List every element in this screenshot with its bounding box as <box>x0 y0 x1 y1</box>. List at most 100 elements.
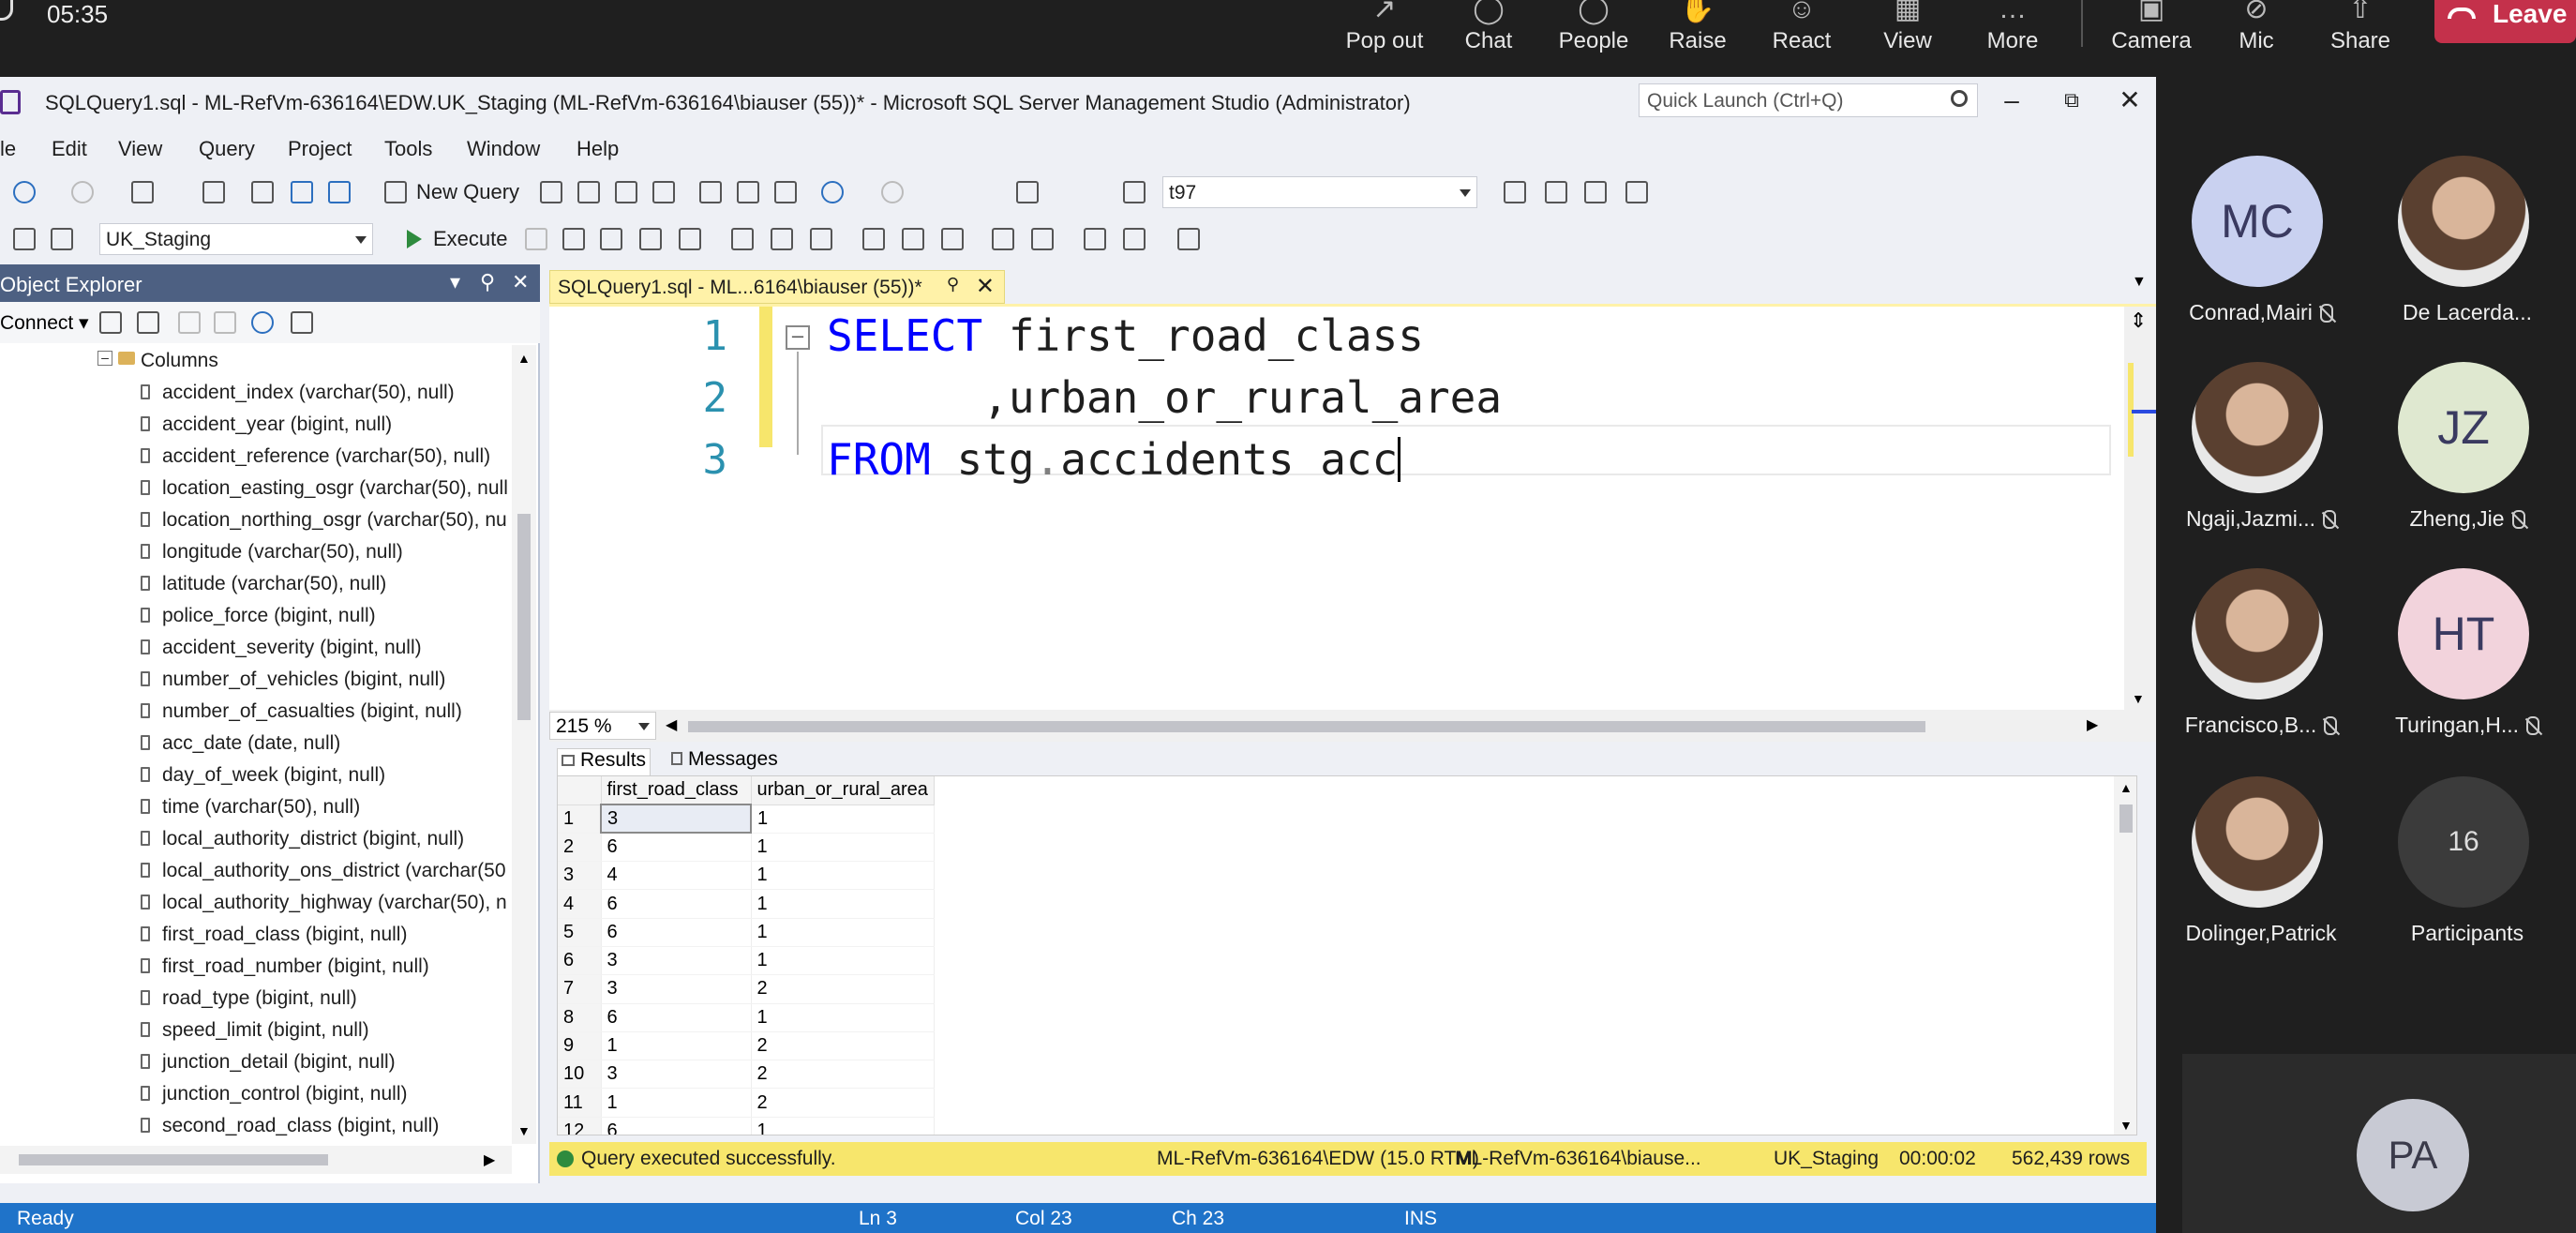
tree-node-column[interactable]: number_of_vehicles (bigint, null) <box>0 664 506 696</box>
participant-tile[interactable]: JZ Zheng,Jie <box>2364 362 2570 559</box>
execute-button[interactable]: Execute <box>433 227 508 251</box>
row-number[interactable]: 5 <box>558 918 602 947</box>
row-number[interactable]: 2 <box>558 833 602 863</box>
close-tab-icon[interactable]: ✕ <box>976 273 995 300</box>
tree-node-column[interactable]: accident_index (varchar(50), null) <box>0 377 506 409</box>
split-handle-icon[interactable]: ⇕ <box>2130 308 2147 333</box>
tree-node-column[interactable]: speed_limit (bigint, null) <box>0 1015 506 1046</box>
table-row[interactable]: 341 <box>558 861 935 891</box>
camera-button[interactable]: ▣ Camera <box>2100 0 2203 77</box>
participant-tile[interactable]: Ngaji,Jazmi... <box>2158 362 2364 559</box>
live-stats-icon[interactable] <box>771 228 793 250</box>
undo-icon[interactable] <box>821 181 844 203</box>
table-cell[interactable]: 3 <box>600 803 752 835</box>
document-tab-sqlquery1[interactable]: SQLQuery1.sql - ML...6164\biauser (55))*… <box>549 270 1005 304</box>
cancel-query-icon[interactable] <box>525 228 547 250</box>
table-cell[interactable]: 1 <box>751 889 935 919</box>
table-cell[interactable]: 1 <box>751 861 935 891</box>
table-cell[interactable]: 3 <box>601 1060 752 1090</box>
tree-node-column[interactable]: junction_detail (bigint, null) <box>0 1046 506 1078</box>
table-row[interactable]: 732 <box>558 974 935 1004</box>
tree-node-column[interactable]: accident_severity (bigint, null) <box>0 632 506 664</box>
table-row[interactable]: 10 3 2 <box>558 1060 935 1090</box>
window-layout-icon[interactable] <box>1625 181 1648 203</box>
restore-button[interactable]: ⧉ <box>2053 84 2090 116</box>
activity-monitor-icon[interactable] <box>291 311 313 334</box>
pop-out-button[interactable]: ↗ Pop out <box>1333 0 1436 77</box>
scrollbar-thumb[interactable] <box>19 1154 328 1165</box>
row-number[interactable]: 6 <box>558 946 602 976</box>
table-cell[interactable]: 1 <box>751 946 935 976</box>
table-cell[interactable]: 6 <box>601 833 752 863</box>
scroll-up-icon[interactable]: ▲ <box>2119 780 2133 795</box>
results-grid[interactable]: first_road_class urban_or_rural_area 131… <box>557 775 2137 1135</box>
new-query-icon[interactable] <box>384 181 407 203</box>
leave-button[interactable]: Leave <box>2434 0 2576 43</box>
results-text-icon[interactable] <box>862 228 885 250</box>
menu-edit[interactable]: Edit <box>52 137 87 161</box>
copy-icon[interactable] <box>737 181 759 203</box>
results-to-icon[interactable] <box>679 228 701 250</box>
connect-icon[interactable] <box>13 228 36 250</box>
filter-icon[interactable] <box>214 311 236 334</box>
tree-node-column[interactable]: first_road_number (bigint, null) <box>0 951 506 983</box>
menu-window[interactable]: Window <box>467 137 540 161</box>
row-number[interactable]: 4 <box>558 889 602 919</box>
row-number[interactable]: 1 <box>558 804 602 834</box>
properties-wrench-icon[interactable] <box>1545 181 1567 203</box>
back-icon[interactable] <box>13 181 36 203</box>
dmx-query-icon[interactable] <box>577 181 600 203</box>
table-cell[interactable]: 2 <box>751 1088 935 1118</box>
solution-config-icon[interactable] <box>1016 181 1039 203</box>
row-number[interactable]: 3 <box>558 861 602 891</box>
row-header-corner[interactable] <box>558 776 602 805</box>
tree-node-column[interactable]: number_of_casualties (bigint, null) <box>0 696 506 728</box>
comment-icon[interactable] <box>992 228 1014 250</box>
cut-icon[interactable] <box>699 181 722 203</box>
mdx-query-icon[interactable] <box>540 181 562 203</box>
toolbox-icon[interactable] <box>1584 181 1607 203</box>
tree-node-column[interactable]: local_authority_ons_district (varchar(50 <box>0 855 506 887</box>
tree-node-column[interactable]: day_of_week (bigint, null) <box>0 759 506 791</box>
table-cell[interactable]: 2 <box>751 974 935 1004</box>
react-button[interactable]: ☺ React <box>1750 0 1853 77</box>
scroll-right-icon[interactable]: ▶ <box>2087 715 2098 734</box>
table-cell[interactable]: 2 <box>751 1031 935 1061</box>
row-number[interactable]: 9 <box>558 1031 602 1061</box>
save-icon[interactable] <box>291 181 313 203</box>
row-number[interactable]: 10 <box>558 1060 602 1090</box>
table-cell[interactable]: 1 <box>601 1031 752 1061</box>
scrollbar-thumb[interactable] <box>2119 804 2133 833</box>
refresh-icon[interactable] <box>251 311 274 334</box>
tab-overflow-chevron-icon[interactable]: ▼ <box>2132 274 2147 291</box>
tree-node-column[interactable]: accident_reference (varchar(50), null) <box>0 441 506 473</box>
participant-tile[interactable]: Dolinger,Patrick <box>2158 776 2364 973</box>
change-connection-icon[interactable] <box>51 228 73 250</box>
actual-plan-icon[interactable] <box>731 228 754 250</box>
table-cell[interactable]: 1 <box>751 1003 935 1032</box>
pin-icon[interactable]: ⚲ <box>480 270 495 294</box>
tab-messages[interactable]: Messages <box>667 748 782 771</box>
menu-tools[interactable]: Tools <box>384 137 432 161</box>
scroll-down-icon[interactable]: ▼ <box>517 1123 531 1138</box>
menu-help[interactable]: Help <box>577 137 619 161</box>
display-plan-icon[interactable] <box>600 228 622 250</box>
table-row[interactable]: 461 <box>558 889 935 919</box>
tab-results[interactable]: Results <box>557 748 651 776</box>
table-cell[interactable]: 1 <box>751 804 935 834</box>
table-row[interactable]: 131 <box>558 803 935 835</box>
chat-button[interactable]: ◯ Chat <box>1437 0 1540 77</box>
table-cell[interactable]: 1 <box>601 1088 752 1118</box>
collapse-icon[interactable]: – <box>97 351 112 366</box>
template-explorer-icon[interactable] <box>1504 181 1526 203</box>
parse-checkmark-icon[interactable] <box>562 228 585 250</box>
tree-node-column[interactable]: first_road_class (bigint, null) <box>0 919 506 951</box>
table-row[interactable]: 261 <box>558 833 935 863</box>
menu-query[interactable]: Query <box>199 137 255 161</box>
table-cell[interactable]: 6 <box>601 1117 752 1135</box>
disconnect-icon[interactable] <box>137 311 159 334</box>
tree-node-column[interactable]: latitude (varchar(50), null) <box>0 568 506 600</box>
increase-indent-icon[interactable] <box>1123 228 1146 250</box>
scrollbar-thumb[interactable] <box>517 514 531 720</box>
close-window-button[interactable]: ✕ <box>2111 84 2149 116</box>
